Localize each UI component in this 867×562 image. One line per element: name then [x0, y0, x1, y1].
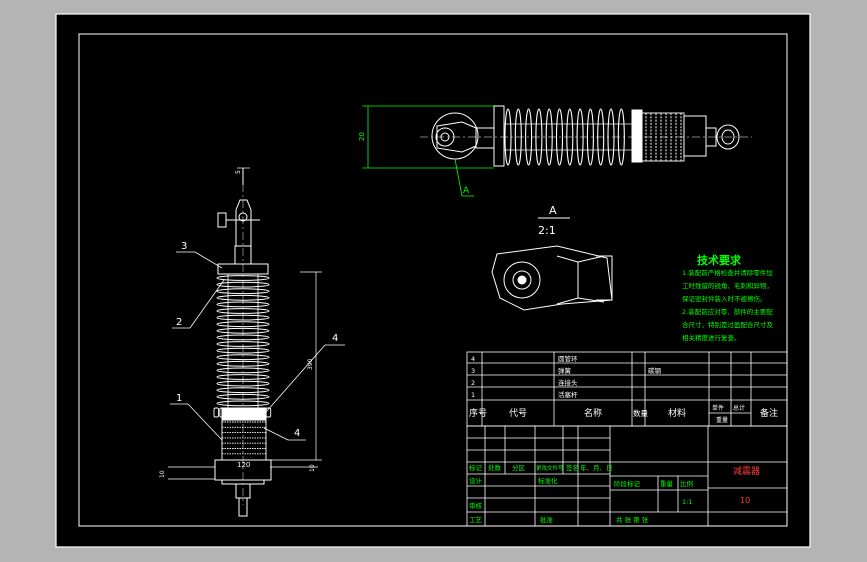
- tb-approve: 批准: [540, 515, 554, 524]
- tb-scale-val: 1:1: [682, 498, 692, 506]
- tech-line-5: 合尺寸，特别是过盈配合尺寸及: [682, 320, 774, 329]
- dim-right-text: 10: [309, 464, 316, 472]
- bom-h-name: 名称: [584, 407, 602, 419]
- bom-row-1-no: 4: [471, 355, 475, 363]
- tb-process: 工艺: [469, 516, 483, 524]
- bom-row-2-mat: 碳钢: [648, 366, 662, 375]
- dim-height-text: 20: [358, 132, 366, 141]
- bom-row-2-name: 弹簧: [558, 366, 572, 375]
- tb-weight: 重量: [660, 480, 674, 488]
- balloon-2: 2: [176, 317, 182, 328]
- bom-row-3-name: 连接头: [558, 378, 578, 387]
- tb-stage: 阶段标记: [614, 479, 641, 488]
- dim-bottom-text: 10: [159, 470, 166, 478]
- balloon-4b: 4: [294, 428, 300, 439]
- cad-drawing: 390 10 10 120 5 3 2 1 4 4 20 A A 2:1 技术要…: [55, 13, 811, 548]
- tb-mark: 标记: [469, 463, 483, 472]
- balloon-3: 3: [181, 241, 187, 252]
- spring-seat-right: [631, 109, 643, 163]
- tb-count: 处数: [488, 463, 502, 472]
- balloon-4a: 4: [332, 333, 338, 344]
- tb-change-doc: 更改文件号: [536, 464, 564, 472]
- tech-title: 技术要求: [697, 253, 742, 267]
- bom-h-total1: 总计: [733, 404, 745, 412]
- tb-date: 年、月、日: [580, 463, 613, 472]
- detail-scale: 2:1: [538, 224, 556, 237]
- section-label: A: [463, 186, 470, 196]
- balloon-1: 1: [176, 393, 182, 404]
- tb-check: 审核: [469, 501, 483, 510]
- tb-zone: 分区: [512, 463, 526, 472]
- tech-line-3: 保证密封件装入时不被擦伤。: [682, 294, 767, 303]
- tech-line-1: 1.装配前严格检查并清除零件加: [682, 268, 773, 277]
- tech-line-2: 工时残留的锐角、毛刺和异物，: [682, 281, 773, 290]
- bom-h-no: 序号: [469, 407, 487, 419]
- tech-line-4: 2.装配前应对零、部件的主要配: [682, 307, 773, 316]
- bom-row-3-no: 2: [471, 379, 475, 387]
- bom-h-unit1: 单件: [712, 404, 724, 412]
- dim-base-text: 120: [237, 461, 250, 469]
- tb-sign: 签名: [566, 463, 579, 472]
- drawing-canvas: 390 10 10 120 5 3 2 1 4 4 20 A A 2:1 技术要…: [0, 0, 867, 562]
- tb-sheets: 共 张 第 张: [616, 515, 649, 524]
- tb-title: 减震器: [733, 465, 760, 477]
- bom-row-4-no: 1: [471, 391, 475, 399]
- bom-row-2-no: 3: [471, 367, 475, 375]
- detail-title-letter: A: [549, 204, 557, 217]
- bom-row-1-name: 圆管环: [558, 354, 578, 363]
- bom-h-unit2: 重量: [716, 416, 728, 424]
- tb-standard: 标准化: [538, 476, 558, 485]
- dim-top-text: 5: [235, 170, 242, 174]
- bom-row-4-name: 活塞杆: [558, 390, 578, 399]
- tb-scale: 比例: [680, 479, 693, 488]
- tb-part-no: 10: [740, 496, 750, 505]
- tb-design: 设计: [469, 476, 483, 485]
- bom-h-remark: 备注: [760, 407, 778, 419]
- detail-eye-inner: [517, 275, 527, 285]
- tech-line-6: 相关精度进行复查。: [682, 333, 741, 342]
- bom-h-mat: 材料: [668, 407, 686, 419]
- bom-h-qty: 数量: [633, 408, 648, 418]
- bom-h-code: 代号: [509, 408, 527, 419]
